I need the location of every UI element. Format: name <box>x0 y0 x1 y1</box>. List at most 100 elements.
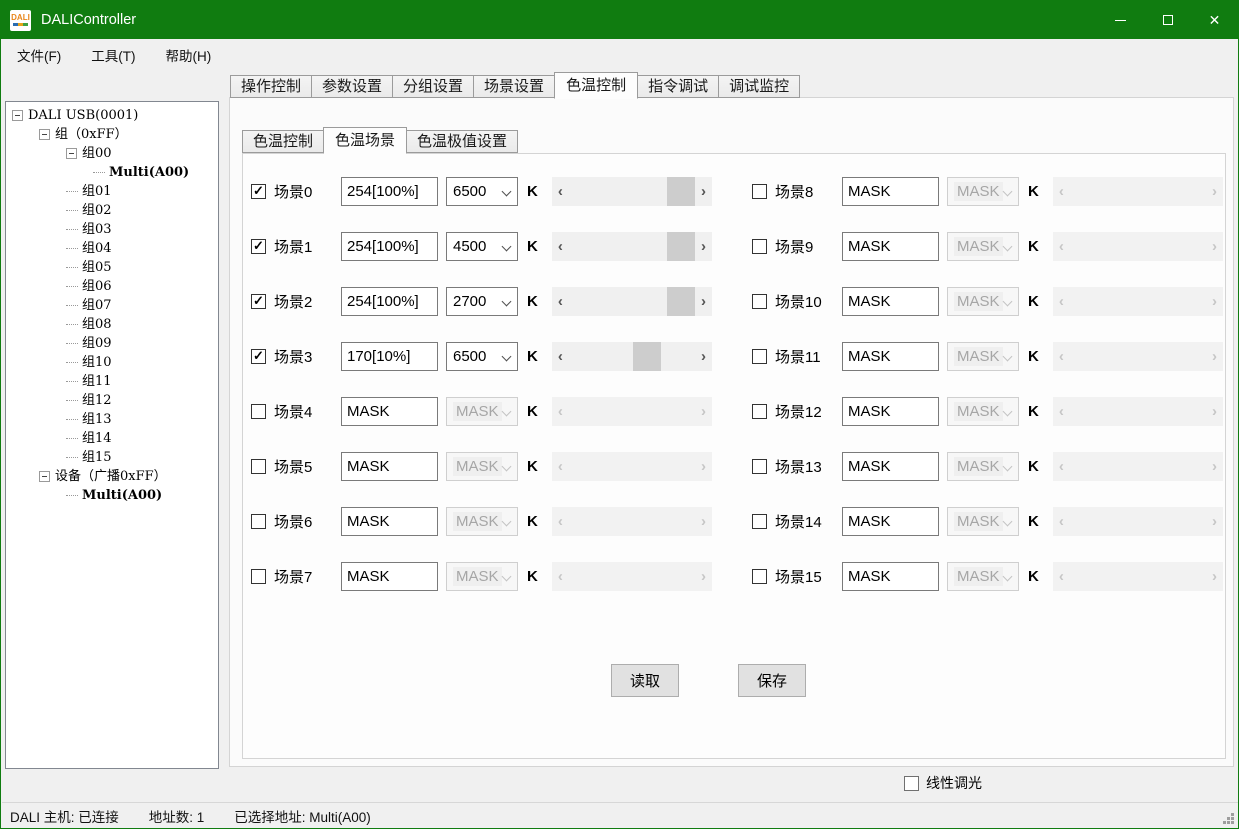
tree-item-1[interactable]: 组（0xFF） <box>6 125 218 144</box>
scene-scrollbar[interactable]: ‹› <box>1053 232 1223 261</box>
scroll-left-icon[interactable]: ‹ <box>1053 507 1070 536</box>
scene-checkbox[interactable] <box>752 569 767 584</box>
tree-item-0[interactable]: DALI USB(0001) <box>6 106 218 125</box>
tree-item-10[interactable]: 组07 <box>6 296 218 315</box>
scroll-right-icon[interactable]: › <box>1206 397 1223 426</box>
linear-dimming-checkbox[interactable] <box>904 776 919 791</box>
scrollbar-track[interactable] <box>1070 177 1206 206</box>
scene-value-input[interactable] <box>341 452 438 481</box>
scroll-left-icon[interactable]: ‹ <box>552 232 569 261</box>
scene-kelvin-select[interactable]: MASK <box>947 562 1019 591</box>
scrollbar-track[interactable] <box>1070 562 1206 591</box>
scrollbar-thumb[interactable] <box>667 177 695 206</box>
scene-scrollbar[interactable]: ‹› <box>1053 452 1223 481</box>
scene-checkbox-group[interactable]: ✓场景2 <box>251 291 341 312</box>
scroll-left-icon[interactable]: ‹ <box>1053 562 1070 591</box>
tab-main-0[interactable]: 操作控制 <box>230 75 312 98</box>
scrollbar-track[interactable] <box>569 507 695 536</box>
scene-checkbox-group[interactable]: 场景8 <box>752 181 842 202</box>
scene-kelvin-select[interactable]: MASK <box>947 452 1019 481</box>
tree-item-9[interactable]: 组06 <box>6 277 218 296</box>
tree-item-14[interactable]: 组11 <box>6 372 218 391</box>
scrollbar-track[interactable] <box>569 232 695 261</box>
scroll-left-icon[interactable]: ‹ <box>552 397 569 426</box>
scene-scrollbar[interactable]: ‹› <box>552 177 712 206</box>
scene-checkbox[interactable] <box>752 514 767 529</box>
scene-value-input[interactable] <box>341 562 438 591</box>
scene-scrollbar[interactable]: ‹› <box>1053 562 1223 591</box>
scene-value-input[interactable] <box>842 397 939 426</box>
tree-item-18[interactable]: 组15 <box>6 448 218 467</box>
scene-value-input[interactable] <box>842 232 939 261</box>
collapse-icon[interactable] <box>39 129 50 140</box>
scene-value-input[interactable] <box>341 232 438 261</box>
tab-main-5[interactable]: 指令调试 <box>637 75 719 98</box>
scroll-left-icon[interactable]: ‹ <box>552 452 569 481</box>
tree-item-5[interactable]: 组02 <box>6 201 218 220</box>
scroll-right-icon[interactable]: › <box>695 562 712 591</box>
menu-item-0[interactable]: 文件(F) <box>2 39 76 70</box>
scene-checkbox[interactable]: ✓ <box>251 239 266 254</box>
tab-sub-2[interactable]: 色温极值设置 <box>406 130 518 153</box>
scene-scrollbar[interactable]: ‹› <box>1053 287 1223 316</box>
scene-kelvin-select[interactable]: MASK <box>947 232 1019 261</box>
scene-value-input[interactable] <box>842 562 939 591</box>
scene-checkbox-group[interactable]: 场景6 <box>251 511 341 532</box>
tree-item-6[interactable]: 组03 <box>6 220 218 239</box>
scene-checkbox[interactable] <box>752 184 767 199</box>
tab-main-2[interactable]: 分组设置 <box>392 75 474 98</box>
scene-value-input[interactable] <box>842 452 939 481</box>
scene-kelvin-select[interactable]: MASK <box>947 287 1019 316</box>
scene-checkbox-group[interactable]: 场景11 <box>752 346 842 367</box>
scrollbar-track[interactable] <box>1070 452 1206 481</box>
scene-checkbox-group[interactable]: ✓场景0 <box>251 181 341 202</box>
scene-kelvin-select[interactable]: MASK <box>947 397 1019 426</box>
scroll-left-icon[interactable]: ‹ <box>552 507 569 536</box>
scene-scrollbar[interactable]: ‹› <box>552 562 712 591</box>
read-button[interactable]: 读取 <box>611 664 679 697</box>
tree-item-8[interactable]: 组05 <box>6 258 218 277</box>
scrollbar-track[interactable] <box>1070 287 1206 316</box>
tree-item-3[interactable]: Multi(A00) <box>6 163 218 182</box>
scene-kelvin-select[interactable]: 6500 <box>446 342 518 371</box>
scrollbar-track[interactable] <box>569 397 695 426</box>
menu-item-2[interactable]: 帮助(H) <box>151 39 227 70</box>
scene-scrollbar[interactable]: ‹› <box>552 507 712 536</box>
scroll-left-icon[interactable]: ‹ <box>552 342 569 371</box>
tree-item-12[interactable]: 组09 <box>6 334 218 353</box>
scene-kelvin-select[interactable]: 4500 <box>446 232 518 261</box>
scene-kelvin-select[interactable]: MASK <box>446 507 518 536</box>
tab-main-3[interactable]: 场景设置 <box>473 75 555 98</box>
scene-checkbox-group[interactable]: 场景13 <box>752 456 842 477</box>
close-button[interactable]: ✕ <box>1191 1 1238 39</box>
scene-scrollbar[interactable]: ‹› <box>1053 397 1223 426</box>
scene-scrollbar[interactable]: ‹› <box>552 342 712 371</box>
scroll-right-icon[interactable]: › <box>1206 177 1223 206</box>
tab-sub-0[interactable]: 色温控制 <box>242 130 324 153</box>
tree-item-16[interactable]: 组13 <box>6 410 218 429</box>
scrollbar-track[interactable] <box>569 287 695 316</box>
scene-checkbox[interactable]: ✓ <box>251 294 266 309</box>
scroll-right-icon[interactable]: › <box>695 232 712 261</box>
scrollbar-thumb[interactable] <box>667 287 695 316</box>
scrollbar-thumb[interactable] <box>633 342 661 371</box>
scrollbar-track[interactable] <box>569 452 695 481</box>
scene-checkbox[interactable] <box>752 294 767 309</box>
scene-checkbox-group[interactable]: 场景10 <box>752 291 842 312</box>
scrollbar-track[interactable] <box>1070 342 1206 371</box>
scene-scrollbar[interactable]: ‹› <box>552 232 712 261</box>
tab-sub-1[interactable]: 色温场景 <box>323 127 407 154</box>
scroll-right-icon[interactable]: › <box>1206 342 1223 371</box>
scroll-left-icon[interactable]: ‹ <box>1053 177 1070 206</box>
scrollbar-track[interactable] <box>1070 232 1206 261</box>
scene-value-input[interactable] <box>842 177 939 206</box>
scroll-right-icon[interactable]: › <box>1206 562 1223 591</box>
scroll-left-icon[interactable]: ‹ <box>1053 397 1070 426</box>
tree-item-4[interactable]: 组01 <box>6 182 218 201</box>
scene-checkbox-group[interactable]: 场景14 <box>752 511 842 532</box>
scene-checkbox[interactable] <box>752 239 767 254</box>
scrollbar-track[interactable] <box>569 562 695 591</box>
scrollbar-track[interactable] <box>569 177 695 206</box>
tab-main-6[interactable]: 调试监控 <box>718 75 800 98</box>
scroll-left-icon[interactable]: ‹ <box>552 287 569 316</box>
